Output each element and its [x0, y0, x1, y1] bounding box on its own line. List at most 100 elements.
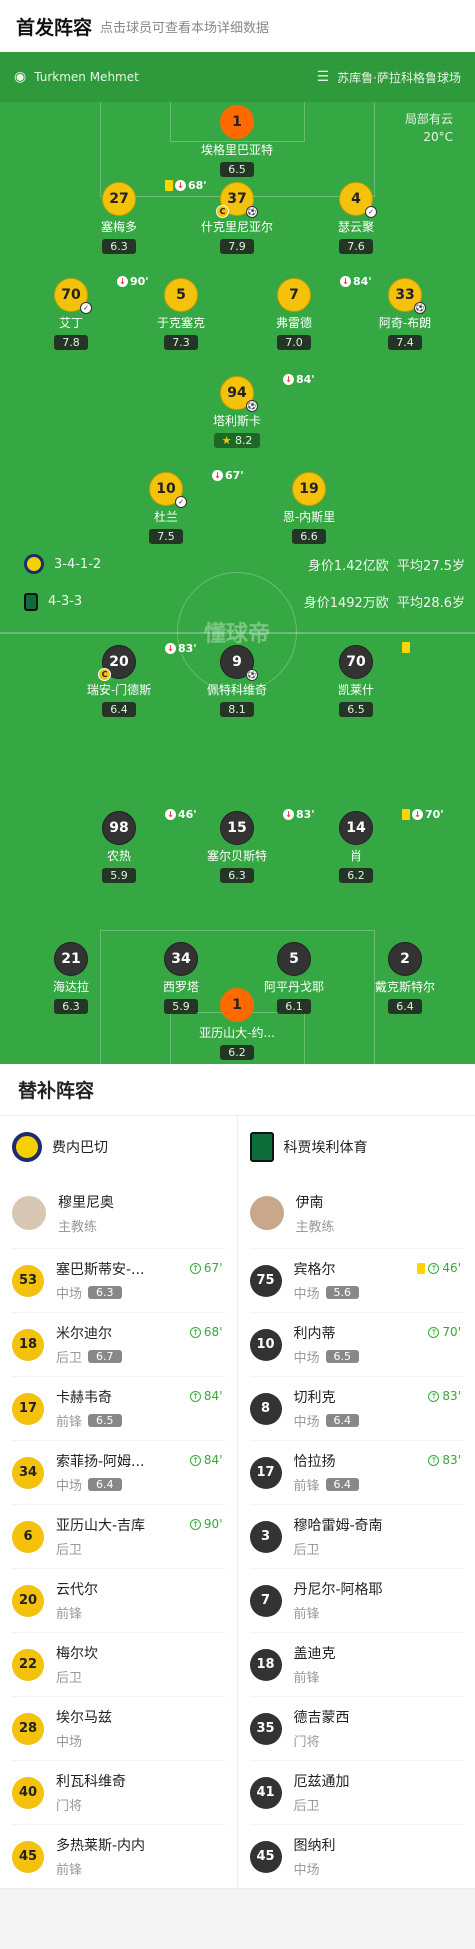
- goal-ball-icon: ⚽: [246, 400, 258, 412]
- player-position: 中场: [294, 1347, 320, 1366]
- player-away-20[interactable]: 20C↓83'瑞安-门德斯6.4: [69, 645, 169, 717]
- bench-player-row[interactable]: 53塞巴斯蒂安-...中场6.3↑67': [12, 1248, 225, 1312]
- player-name: 切利克: [294, 1387, 360, 1407]
- bench-player-row[interactable]: 40利瓦科维奇门将: [12, 1760, 225, 1824]
- kocaelispor-logo-icon: [250, 1132, 274, 1162]
- yellow-card-icon: [402, 809, 410, 820]
- sub-in-icon: ↑: [190, 1455, 201, 1466]
- bench-player-row[interactable]: 35 德吉蒙西门将: [250, 1696, 464, 1760]
- player-home-5[interactable]: 5于克塞克7.3: [131, 278, 231, 350]
- player-home-4[interactable]: 4✓瑟云聚7.6: [306, 182, 406, 254]
- assist-icon: ✓: [80, 302, 92, 314]
- player-position: 门将: [294, 1731, 320, 1750]
- sub-in-time: ↑83': [428, 1453, 461, 1467]
- bench-player-row[interactable]: 17卡赫韦奇前锋6.5↑84': [12, 1376, 225, 1440]
- bench-player-row[interactable]: 7丹尼尔-阿格耶前锋: [250, 1568, 464, 1632]
- shirt-number: 3: [250, 1521, 282, 1553]
- player-away-9[interactable]: 9⚽佩特科维奇8.1: [187, 645, 287, 717]
- player-away-2[interactable]: 2戴克斯特尔6.4: [355, 942, 455, 1014]
- bench-player-row[interactable]: 41厄兹通加后卫: [250, 1760, 464, 1824]
- shirt-number: 17: [12, 1393, 44, 1425]
- player-away-1[interactable]: 1亚历山大-约...6.2: [187, 988, 287, 1060]
- player-rating: 6.3: [88, 1286, 122, 1299]
- shirt-number: 10: [250, 1329, 282, 1361]
- player-away-21[interactable]: 21海达拉6.3: [21, 942, 121, 1014]
- player-name: 亚历山大-吉库: [56, 1515, 145, 1535]
- shirt-number: 45: [12, 1841, 44, 1873]
- bench-player-row[interactable]: 8切利克中场6.4↑83': [250, 1376, 464, 1440]
- shirt-number: 53: [12, 1265, 44, 1297]
- sub-in-time: ↑84': [190, 1389, 223, 1403]
- bench-player-row[interactable]: 75宾格尔中场5.6↑46': [250, 1248, 464, 1312]
- player-home-37[interactable]: 37C⚽什克里尼亚尔7.9: [187, 182, 287, 254]
- weather: 局部有云 20°C: [405, 110, 453, 146]
- player-home-7[interactable]: 7↓84'弗雷德7.0: [244, 278, 344, 350]
- player-position: 后卫: [294, 1795, 320, 1814]
- bench-player-row[interactable]: 3穆哈雷姆-奇南后卫: [250, 1504, 464, 1568]
- sub-in-time: ↑84': [190, 1453, 223, 1467]
- player-name: 盖迪克: [294, 1643, 336, 1663]
- player-name: 丹尼尔-阿格耶: [294, 1579, 383, 1599]
- bench-section: 费内巴切 穆里尼奥主教练 53塞巴斯蒂安-...中场6.3↑67'18米尔迪尔后…: [0, 1116, 475, 1889]
- bench-title: 替补阵容: [0, 1064, 475, 1116]
- fenerbahce-logo-icon: [12, 1132, 42, 1162]
- bench-player-row[interactable]: 34索菲扬-阿姆...中场6.4↑84': [12, 1440, 225, 1504]
- away-team-row[interactable]: 科贾埃利体育: [250, 1116, 464, 1178]
- shirt-number: 41: [250, 1777, 282, 1809]
- sub-in-icon: ↑: [428, 1391, 439, 1402]
- player-position: 前锋: [294, 1667, 320, 1686]
- player-position: 中场: [294, 1859, 320, 1878]
- player-away-15[interactable]: 15↓83'塞尔贝斯特6.3: [187, 811, 287, 883]
- bench-player-row[interactable]: 6亚历山大-吉库后卫↑90': [12, 1504, 225, 1568]
- sub-out-icon: ↓: [340, 276, 351, 287]
- player-name: 多热莱斯-内内: [56, 1835, 145, 1855]
- home-team-row[interactable]: 费内巴切: [12, 1116, 225, 1178]
- player-name: 卡赫韦奇: [56, 1387, 122, 1407]
- referee: ◉Turkmen Mehmet: [14, 69, 139, 85]
- home-coach[interactable]: 穆里尼奥主教练: [12, 1178, 225, 1248]
- sub-in-icon: ↑: [190, 1327, 201, 1338]
- bench-player-row[interactable]: 18米尔迪尔后卫6.7↑68': [12, 1312, 225, 1376]
- player-name: 米尔迪尔: [56, 1323, 122, 1343]
- shirt-number: 35: [250, 1713, 282, 1745]
- bench-player-row[interactable]: 22梅尔坎后卫: [12, 1632, 225, 1696]
- player-home-27[interactable]: 27↓68'塞梅多6.3: [69, 182, 169, 254]
- player-home-70[interactable]: 70✓↓90'艾丁7.8: [21, 278, 121, 350]
- player-name: 穆哈雷姆-奇南: [294, 1515, 383, 1535]
- away-coach[interactable]: 伊南主教练: [250, 1178, 464, 1248]
- yellow-card-icon: [417, 1263, 425, 1274]
- player-name: 德吉蒙西: [294, 1707, 350, 1727]
- bench-player-row[interactable]: 10利内蒂中场6.5↑70': [250, 1312, 464, 1376]
- player-rating: 6.5: [326, 1350, 360, 1363]
- player-away-14[interactable]: 14↓70'肖6.2: [306, 811, 406, 883]
- sub-in-icon: ↑: [190, 1519, 201, 1530]
- player-home-10[interactable]: 10✓↓67'杜兰7.5: [116, 472, 216, 544]
- fenerbahce-logo-icon: [24, 554, 44, 574]
- bench-player-row[interactable]: 28埃尔马兹中场: [12, 1696, 225, 1760]
- avatar: [12, 1196, 46, 1230]
- bench-player-row[interactable]: 20云代尔前锋: [12, 1568, 225, 1632]
- player-home-1[interactable]: 1埃格里巴亚特6.5: [187, 105, 287, 177]
- shirt-number: 8: [250, 1393, 282, 1425]
- shirt-number: 17: [250, 1457, 282, 1489]
- player-away-98[interactable]: 98↓46'农热5.9: [69, 811, 169, 883]
- sub-in-icon: ↑: [428, 1455, 439, 1466]
- player-name: 恰拉扬: [294, 1451, 360, 1471]
- bench-player-row[interactable]: 18盖迪克前锋: [250, 1632, 464, 1696]
- player-away-70[interactable]: 70凯莱什6.5: [306, 645, 406, 717]
- player-home-94[interactable]: 94⚽↓84'塔利斯卡★ 8.2: [187, 376, 287, 448]
- player-position: 前锋: [56, 1859, 82, 1878]
- goal-ball-icon: ⚽: [246, 206, 258, 218]
- player-name: 索菲扬-阿姆...: [56, 1451, 144, 1471]
- sub-out-icon: ↓: [175, 180, 186, 191]
- player-position: 中场: [56, 1283, 82, 1302]
- sub-in-time: ↑67': [190, 1261, 223, 1275]
- player-home-19[interactable]: 19恩-内斯里6.6: [259, 472, 359, 544]
- lineup-header: 首发阵容 点击球员可查看本场详细数据: [0, 0, 475, 52]
- bench-player-row[interactable]: 45 多热莱斯-内内前锋: [12, 1824, 225, 1888]
- bench-player-row[interactable]: 17恰拉扬前锋6.4↑83': [250, 1440, 464, 1504]
- shirt-number: 45: [250, 1841, 282, 1873]
- bench-player-row[interactable]: 45图纳利中场: [250, 1824, 464, 1888]
- player-position: 中场: [294, 1283, 320, 1302]
- player-home-33[interactable]: 33⚽阿奇-布朗7.4: [355, 278, 455, 350]
